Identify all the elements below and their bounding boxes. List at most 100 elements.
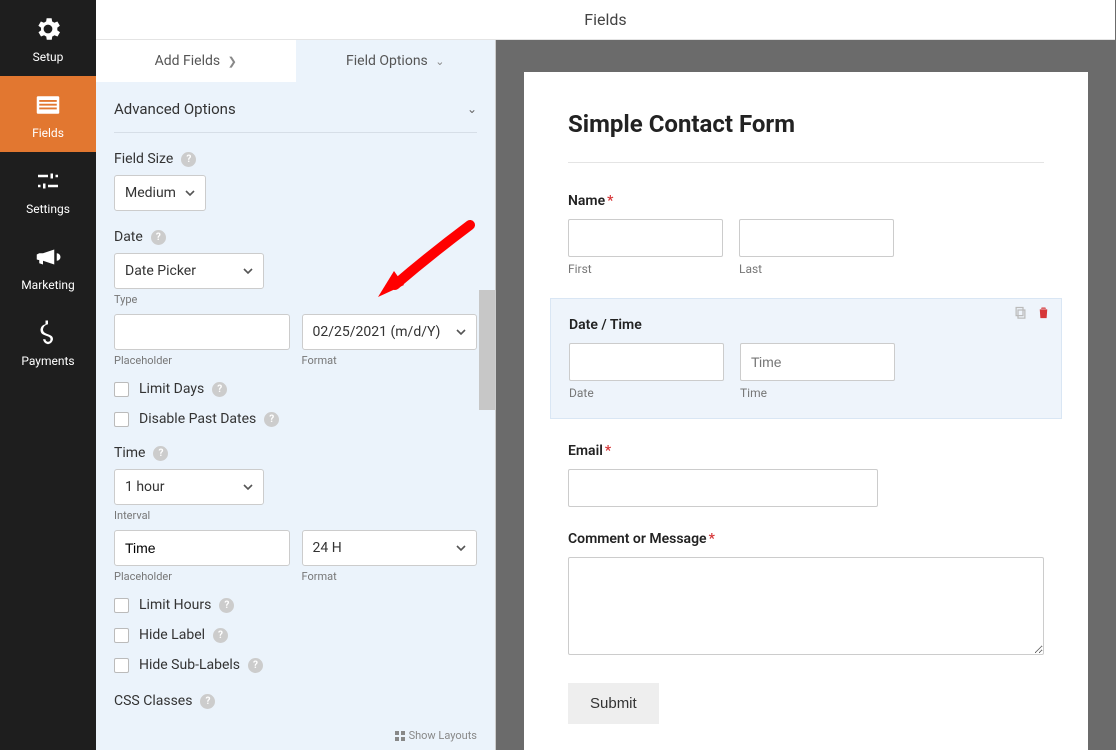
help-icon[interactable]: ?	[212, 382, 227, 397]
field-email-label-text: Email	[568, 443, 603, 459]
nav-fields[interactable]: Fields	[0, 76, 96, 152]
checkbox-disable-past-label: Disable Past Dates	[139, 411, 256, 427]
checkbox-hide-sublabels-label: Hide Sub-Labels	[139, 657, 240, 673]
preview-area: Simple Contact Form Name* First Last	[496, 0, 1116, 750]
chevron-down-icon	[185, 189, 195, 197]
chevron-down-icon: ⌄	[435, 55, 444, 68]
select-date-type[interactable]: Date Picker	[114, 253, 264, 289]
label-time: Time ?	[114, 445, 477, 461]
submit-button[interactable]: Submit	[568, 683, 659, 724]
required-asterisk: *	[709, 531, 715, 547]
checkbox-icon	[114, 598, 129, 613]
sublabel-interval: Interval	[114, 509, 477, 522]
field-comment-label-text: Comment or Message	[568, 531, 707, 547]
required-asterisk: *	[605, 443, 611, 459]
field-email[interactable]: Email*	[568, 443, 1044, 507]
tab-field-options[interactable]: Field Options ⌄	[296, 40, 496, 82]
checkbox-icon	[114, 382, 129, 397]
link-show-layouts[interactable]: Show Layouts	[395, 729, 477, 742]
chevron-down-icon	[243, 483, 253, 491]
grid-icon	[395, 731, 405, 741]
checkbox-hide-sublabels[interactable]: Hide Sub-Labels ?	[114, 657, 477, 673]
select-time-format[interactable]: 24 H	[302, 530, 478, 566]
label-date-text: Date	[114, 229, 143, 245]
sublabel-placeholder-time: Placeholder	[114, 570, 290, 583]
field-comment[interactable]: Comment or Message*	[568, 531, 1044, 659]
nav-settings[interactable]: Settings	[0, 152, 96, 228]
scrollbar-thumb[interactable]	[479, 290, 495, 410]
help-icon[interactable]: ?	[151, 230, 166, 245]
select-field-size-value: Medium	[125, 185, 176, 201]
chevron-right-icon: ❯	[228, 55, 237, 68]
checkbox-icon	[114, 628, 129, 643]
select-date-type-value: Date Picker	[125, 263, 196, 279]
help-icon[interactable]: ?	[248, 658, 263, 673]
label-time-text: Time	[114, 445, 145, 461]
field-email-label: Email*	[568, 443, 1044, 459]
checkbox-limit-days[interactable]: Limit Days ?	[114, 381, 477, 397]
form-title: Simple Contact Form	[568, 110, 1044, 163]
field-date-time[interactable]: Date / Time Date Time	[550, 298, 1062, 419]
help-icon[interactable]: ?	[219, 598, 234, 613]
help-icon[interactable]: ?	[181, 152, 196, 167]
link-show-layouts-label: Show Layouts	[409, 729, 477, 742]
help-icon[interactable]: ?	[264, 412, 279, 427]
duplicate-icon[interactable]	[1013, 305, 1028, 320]
page-title: Fields	[96, 0, 1115, 40]
list-icon	[33, 90, 63, 120]
sublabel-placeholder: Placeholder	[114, 354, 290, 367]
checkbox-limit-days-label: Limit Days	[139, 381, 204, 397]
label-date: Date ?	[114, 229, 477, 245]
tab-field-options-label: Field Options	[346, 53, 428, 69]
input-date[interactable]	[569, 343, 724, 381]
help-icon[interactable]: ?	[153, 446, 168, 461]
builder-sidebar: Fields Add Fields ❯ Field Options ⌄ Adva…	[96, 0, 496, 750]
trash-icon[interactable]	[1036, 305, 1051, 320]
checkbox-hide-label-label: Hide Label	[139, 627, 205, 643]
form-preview: Simple Contact Form Name* First Last	[524, 72, 1088, 750]
field-date-time-label: Date / Time	[569, 317, 1043, 333]
help-icon[interactable]: ?	[213, 628, 228, 643]
input-date-placeholder[interactable]	[114, 314, 290, 350]
select-field-size[interactable]: Medium	[114, 175, 206, 211]
chevron-down-icon: ⌄	[467, 102, 477, 116]
nav-payments[interactable]: Payments	[0, 304, 96, 380]
input-last-name[interactable]	[739, 219, 894, 257]
section-advanced-options[interactable]: Advanced Options ⌄	[114, 82, 477, 133]
main-vertical-nav: Setup Fields Settings Marketing Payments	[0, 0, 96, 750]
field-name[interactable]: Name* First Last	[568, 193, 1044, 276]
textarea-comment[interactable]	[568, 557, 1044, 655]
help-icon[interactable]: ?	[200, 694, 215, 709]
sublabel-type: Type	[114, 293, 477, 306]
field-name-label-text: Name	[568, 193, 605, 209]
input-time[interactable]	[740, 343, 895, 381]
tab-add-fields-label: Add Fields	[155, 53, 221, 69]
sublabel-format-time: Format	[302, 570, 478, 583]
input-time-placeholder[interactable]	[114, 530, 290, 566]
chevron-down-icon	[456, 328, 466, 336]
nav-fields-label: Fields	[32, 126, 64, 140]
tab-add-fields[interactable]: Add Fields ❯	[96, 40, 296, 82]
input-first-name[interactable]	[568, 219, 723, 257]
select-date-format[interactable]: 02/25/2021 (m/d/Y)	[302, 314, 478, 350]
label-field-size-text: Field Size	[114, 151, 173, 167]
checkbox-disable-past-dates[interactable]: Disable Past Dates ?	[114, 411, 477, 427]
chevron-down-icon	[243, 267, 253, 275]
nav-setup[interactable]: Setup	[0, 0, 96, 76]
label-css-classes-text: CSS Classes	[114, 693, 192, 709]
select-time-format-value: 24 H	[313, 540, 342, 556]
nav-marketing-label: Marketing	[21, 278, 75, 292]
input-email[interactable]	[568, 469, 878, 507]
sliders-icon	[33, 166, 63, 196]
select-time-interval[interactable]: 1 hour	[114, 469, 264, 505]
nav-marketing[interactable]: Marketing	[0, 228, 96, 304]
nav-settings-label: Settings	[26, 202, 70, 216]
sublabel-time: Time	[740, 386, 895, 400]
checkbox-limit-hours[interactable]: Limit Hours ?	[114, 597, 477, 613]
sublabel-date: Date	[569, 386, 724, 400]
sublabel-first: First	[568, 262, 723, 276]
field-options-panel: Advanced Options ⌄ Field Size ? Medium D…	[96, 82, 495, 750]
checkbox-hide-label[interactable]: Hide Label ?	[114, 627, 477, 643]
sublabel-format: Format	[302, 354, 478, 367]
nav-setup-label: Setup	[33, 50, 64, 64]
